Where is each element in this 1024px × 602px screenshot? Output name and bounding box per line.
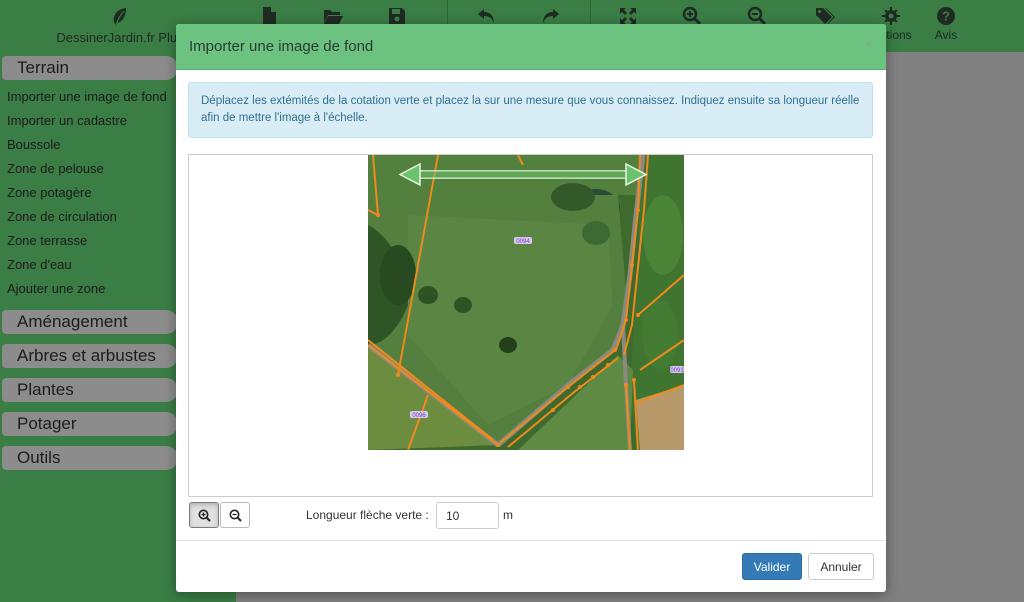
info-alert: Déplacez les extémités de la cotation ve…	[188, 82, 873, 138]
cancel-button[interactable]: Annuler	[808, 553, 874, 580]
length-label: Longueur flèche verte :	[306, 508, 429, 522]
zoom-out-button[interactable]	[220, 502, 250, 528]
dialog-title: Importer une image de fond	[189, 38, 374, 55]
dialog-footer-divider	[176, 540, 886, 541]
zoom-out-icon	[229, 509, 242, 522]
length-unit: m	[503, 508, 513, 522]
dialog-header: Importer une image de fond ×	[176, 24, 886, 70]
length-input[interactable]	[436, 502, 499, 529]
validate-button[interactable]: Valider	[742, 553, 802, 580]
parcel-label-text: 0096	[412, 413, 426, 419]
import-background-dialog: Importer une image de fond × Déplacez le…	[176, 24, 886, 592]
aerial-image[interactable]: 0094 0096 0093	[368, 155, 684, 450]
parcel-label-text: 0094	[516, 239, 530, 245]
zoom-in-button[interactable]	[189, 502, 219, 528]
parcel-label-text: 0093	[670, 368, 684, 374]
close-button[interactable]: ×	[865, 36, 873, 52]
image-canvas[interactable]: 0094 0096 0093	[188, 154, 873, 497]
zoom-in-icon	[198, 509, 211, 522]
